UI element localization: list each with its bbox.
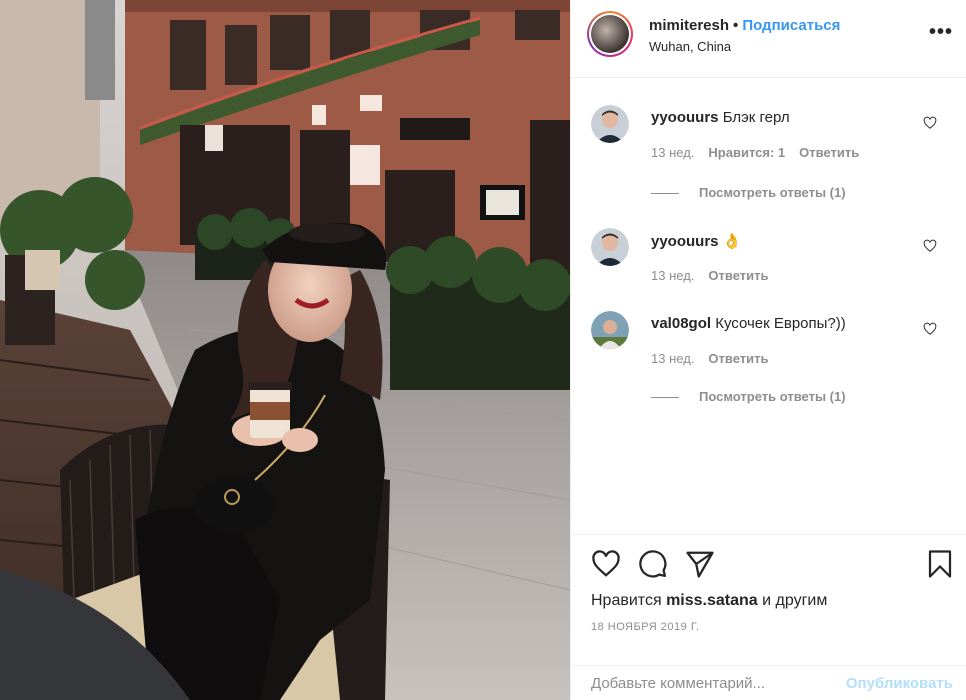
liked-by-user[interactable]: miss.satana xyxy=(666,592,758,609)
comment-likes[interactable]: Нравится: 1 xyxy=(708,145,785,160)
comment-text: 👌 xyxy=(722,233,742,250)
commenter-avatar[interactable] xyxy=(591,311,629,349)
comment-text: Кусочек Европы?)) xyxy=(715,315,846,332)
reply-button[interactable]: Ответить xyxy=(799,145,859,160)
bookmark-icon[interactable] xyxy=(925,549,955,579)
comment-text: Блэк герл xyxy=(722,109,790,126)
post-image xyxy=(0,0,570,700)
comment-time[interactable]: 13 нед. xyxy=(651,351,694,366)
likes-prefix: Нравится xyxy=(591,592,662,609)
post-actions: Нравится miss.satana и другим 18 НОЯБРЯ … xyxy=(571,534,966,700)
heart-outline-icon[interactable] xyxy=(923,239,937,253)
post-sidebar: mimiteresh • Подписаться Wuhan, China ••• … xyxy=(570,0,966,700)
comment-time[interactable]: 13 нед. xyxy=(651,145,694,160)
commenter-avatar[interactable] xyxy=(591,228,629,266)
publish-button[interactable]: Опубликовать xyxy=(846,675,953,692)
post-date[interactable]: 18 НОЯБРЯ 2019 Г. xyxy=(591,621,700,633)
heart-outline-icon[interactable] xyxy=(923,116,937,130)
view-replies-label: Посмотреть ответы (1) xyxy=(699,185,846,200)
comment-username[interactable]: val08gol xyxy=(651,315,711,332)
reply-button[interactable]: Ответить xyxy=(708,351,768,366)
view-replies-label: Посмотреть ответы (1) xyxy=(699,389,846,404)
likes-summary: Нравится miss.satana и другим xyxy=(591,592,827,610)
comment-username[interactable]: yyoouurs xyxy=(651,233,719,250)
comments-list: yyoouurs Блэк герл 13 нед. Нравится: 1 Отв… xyxy=(571,79,966,534)
comment-username[interactable]: yyoouurs xyxy=(651,109,719,126)
add-comment-bar: Опубликовать xyxy=(571,665,966,700)
owner-avatar[interactable] xyxy=(587,11,633,57)
post-location[interactable]: Wuhan, China xyxy=(649,39,731,54)
comment-time[interactable]: 13 нед. xyxy=(651,268,694,283)
post-header: mimiteresh • Подписаться Wuhan, China ••• xyxy=(571,0,966,78)
owner-line: mimiteresh • Подписаться xyxy=(649,17,840,34)
post-photo[interactable] xyxy=(0,0,570,700)
more-dots-icon[interactable]: ••• xyxy=(929,22,953,42)
comment-bubble-icon[interactable] xyxy=(638,549,668,579)
likes-suffix[interactable]: и другим xyxy=(762,592,827,609)
owner-username[interactable]: mimiteresh xyxy=(649,17,729,34)
follow-button[interactable]: Подписаться xyxy=(742,17,840,34)
view-replies-button[interactable]: Посмотреть ответы (1) xyxy=(651,185,846,200)
commenter-avatar[interactable] xyxy=(591,105,629,143)
like-heart-icon[interactable] xyxy=(591,549,621,579)
share-send-icon[interactable] xyxy=(685,549,715,579)
heart-outline-icon[interactable] xyxy=(923,322,937,336)
view-replies-button[interactable]: Посмотреть ответы (1) xyxy=(651,389,846,404)
comment-input[interactable] xyxy=(591,675,831,692)
reply-button[interactable]: Ответить xyxy=(708,268,768,283)
separator-dot: • xyxy=(733,17,739,34)
